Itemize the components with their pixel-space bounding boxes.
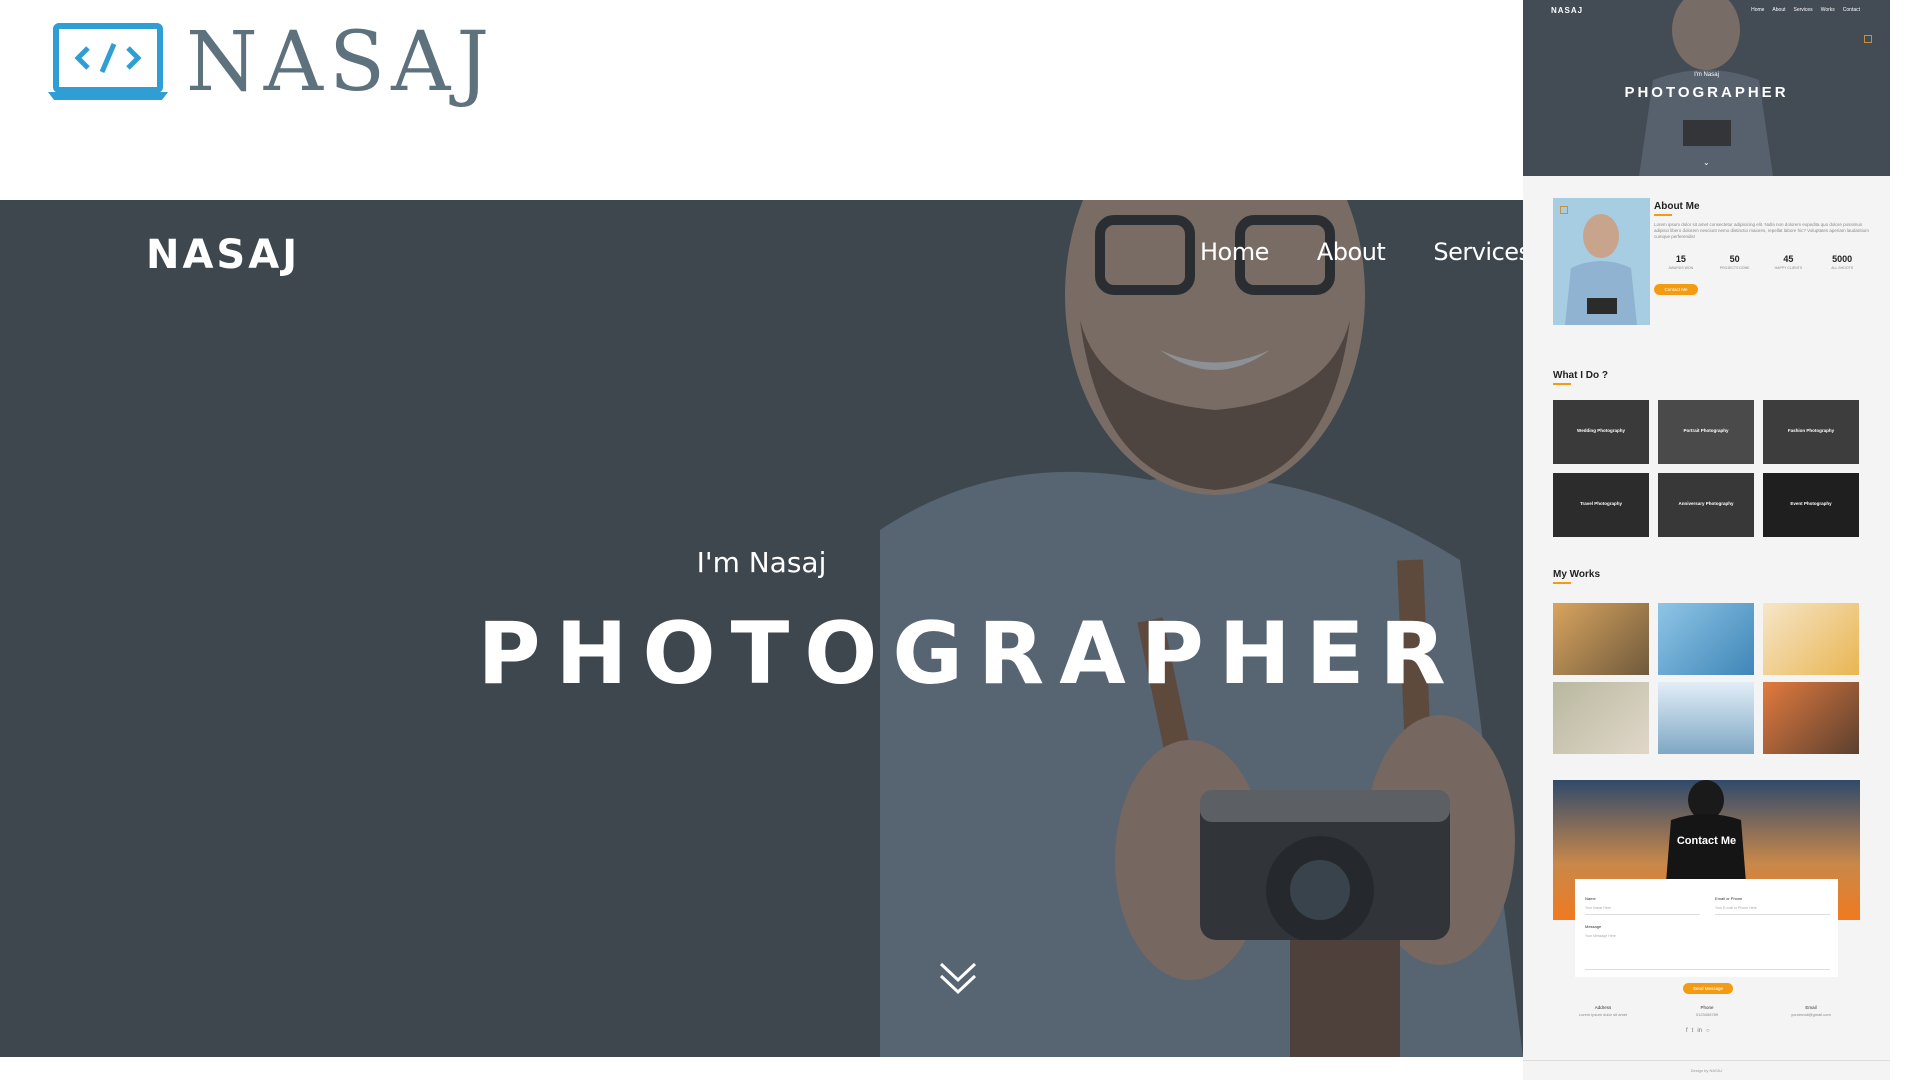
stat-awards: 15 AWARDS WON <box>1656 254 1706 270</box>
service-label: Wedding Photography <box>1577 428 1625 433</box>
name-label: Name <box>1585 896 1596 901</box>
work-thumbnail[interactable] <box>1658 603 1754 675</box>
page-preview: NASAJ Home About Services Works Contact … <box>1523 0 1890 1080</box>
info-value: youremail@gmail.com <box>1791 1012 1831 1017</box>
info-value: 0123456789 <box>1695 1012 1719 1017</box>
services-underline <box>1553 383 1571 385</box>
hero-section: NASAJ Home About Services I'm Nasaj PHOT… <box>0 200 1523 1057</box>
double-chevron-down-icon[interactable] <box>938 958 978 998</box>
service-label: Event Photography <box>1790 501 1832 506</box>
info-value: Lorem ipsum dolor sit amet <box>1578 1012 1628 1017</box>
info-label: Email <box>1805 1005 1817 1010</box>
stat-label: PROJECTS DONE <box>1719 266 1750 270</box>
info-label: Phone <box>1700 1005 1714 1010</box>
work-thumbnail[interactable] <box>1553 603 1649 675</box>
preview-nav-about[interactable]: About <box>1772 7 1785 13</box>
contact-phone: Phone 0123456789 <box>1657 1005 1757 1017</box>
social-links: f t in ○ <box>1686 1028 1710 1034</box>
hero-title: PHOTOGRAPHER <box>0 604 1523 704</box>
service-card[interactable]: Event Photography <box>1763 473 1859 537</box>
message-input-line <box>1585 969 1830 970</box>
facebook-icon[interactable]: f <box>1686 1028 1688 1034</box>
info-label: Address <box>1594 1005 1612 1010</box>
works-title: My Works <box>1553 569 1601 580</box>
service-label: Travel Photography <box>1579 501 1622 506</box>
service-card[interactable]: Portrait Photography <box>1658 400 1754 464</box>
stat-label: AWARDS WON <box>1668 266 1694 270</box>
preview-nav-services[interactable]: Services <box>1794 7 1813 13</box>
service-card[interactable]: Travel Photography <box>1553 473 1649 537</box>
work-thumbnail[interactable] <box>1553 682 1649 754</box>
services-title: What I Do ? <box>1553 370 1608 381</box>
contact-form: Name Your Name Here Email or Phone Your … <box>1575 879 1838 977</box>
brand-name: NASAJ <box>186 15 496 110</box>
nav-home[interactable]: Home <box>1200 238 1269 266</box>
preview-logo[interactable]: NASAJ <box>1551 6 1583 15</box>
preview-title: PHOTOGRAPHER <box>1624 84 1789 101</box>
preview-nav-home[interactable]: Home <box>1751 7 1764 13</box>
service-label: Fashion Photography <box>1787 428 1835 433</box>
contact-address: Address Lorem ipsum dolor sit amet <box>1553 1005 1653 1017</box>
about-photo-art <box>1553 198 1650 325</box>
service-card[interactable]: Anniversary Photography <box>1658 473 1754 537</box>
service-label: Anniversary Photography <box>1678 501 1734 506</box>
email-input[interactable]: Your E-mail or Phone Here <box>1715 906 1757 910</box>
preview-footer: Design by NASAJ <box>1523 1060 1890 1080</box>
about-stats: 15 AWARDS WON 50 PROJECTS DONE 45 HAPPY CLI… <box>1654 254 1869 270</box>
work-thumbnail[interactable] <box>1763 603 1859 675</box>
contact-me-button[interactable]: Contact Me <box>1654 284 1698 295</box>
message-input[interactable]: Your Message Here <box>1585 934 1616 938</box>
decor-square <box>1864 35 1872 43</box>
stat-projects: 50 PROJECTS DONE <box>1710 254 1760 270</box>
service-card[interactable]: Fashion Photography <box>1763 400 1859 464</box>
message-label: Message <box>1585 924 1602 929</box>
service-card[interactable]: Wedding Photography <box>1553 400 1649 464</box>
works-underline <box>1553 582 1571 584</box>
send-message-button[interactable]: Send Message <box>1683 983 1733 994</box>
linkedin-icon[interactable]: in <box>1697 1028 1702 1034</box>
contact-email: Email youremail@gmail.com <box>1761 1005 1861 1017</box>
name-input-line <box>1585 914 1700 915</box>
preview-nav: Home About Services Works Contact <box>1751 7 1860 13</box>
hero-intro: I'm Nasaj <box>696 546 827 579</box>
email-input-line <box>1715 914 1830 915</box>
about-underline <box>1654 214 1672 216</box>
about-title: About Me <box>1654 201 1700 212</box>
stat-value: 5000 <box>1832 254 1853 264</box>
decor-square <box>1560 206 1568 214</box>
hero-title-text: PHOTOGRAPHER <box>477 604 1461 704</box>
hero-logo[interactable]: NASAJ <box>146 232 300 278</box>
laptop-code-icon <box>48 23 168 100</box>
work-thumbnail[interactable] <box>1658 682 1754 754</box>
about-photo <box>1553 198 1650 325</box>
preview-hero: NASAJ Home About Services Works Contact … <box>1523 0 1890 176</box>
stat-value: 45 <box>1783 254 1794 264</box>
stat-value: 15 <box>1675 254 1686 264</box>
contact-title: Contact Me <box>1676 835 1737 847</box>
instagram-icon[interactable]: ○ <box>1706 1028 1710 1034</box>
preview-nav-works[interactable]: Works <box>1821 7 1835 13</box>
preview-intro: I'm Nasaj <box>1694 72 1719 78</box>
preview-chevron-icon[interactable]: ⌄ <box>1703 158 1710 167</box>
service-label: Portrait Photography <box>1683 428 1729 433</box>
about-text: Lorem ipsum dolor sit amet consectetur a… <box>1654 222 1869 239</box>
stat-label: ALL SHOOTS <box>1831 266 1854 270</box>
stat-label: HAPPY CLIENTS <box>1774 266 1803 270</box>
name-input[interactable]: Your Name Here <box>1585 906 1611 910</box>
stat-value: 50 <box>1729 254 1740 264</box>
preview-nav-contact[interactable]: Contact <box>1843 7 1860 13</box>
stat-clients: 45 HAPPY CLIENTS <box>1763 254 1813 270</box>
brand-logo: NASAJ <box>46 18 489 104</box>
twitter-icon[interactable]: t <box>1692 1028 1694 1034</box>
nav-about[interactable]: About <box>1317 238 1386 266</box>
work-thumbnail[interactable] <box>1763 682 1859 754</box>
stat-shoots: 5000 ALL SHOOTS <box>1817 254 1867 270</box>
email-label: Email or Phone <box>1715 896 1743 901</box>
nav-services[interactable]: Services <box>1433 238 1523 266</box>
main-nav: Home About Services <box>1200 238 1523 266</box>
